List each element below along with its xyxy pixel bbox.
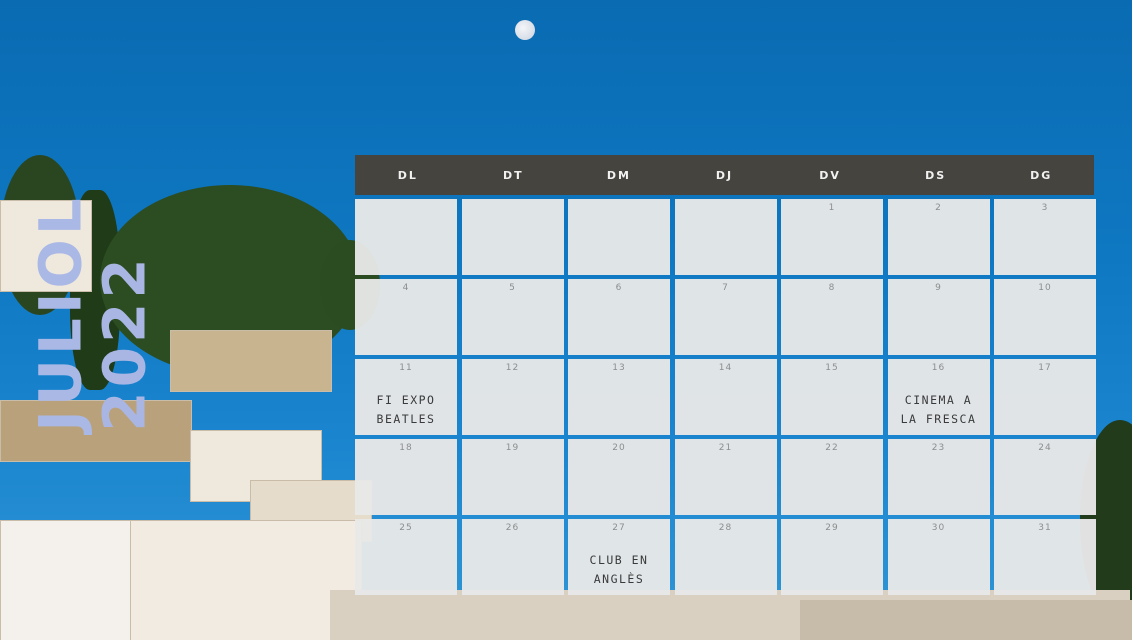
day-cell[interactable]: 28 [674, 519, 777, 595]
weekday-dv: DV [819, 168, 841, 182]
day-cell[interactable]: 1 [781, 199, 883, 275]
day-number: 2 [935, 203, 942, 213]
day-number: 21 [718, 443, 733, 453]
day-number: 6 [615, 283, 623, 293]
day-number: 15 [825, 363, 839, 373]
day-cell[interactable]: 4 [355, 279, 457, 355]
day-cell[interactable]: 24 [994, 439, 1096, 515]
day-number: 23 [931, 443, 946, 453]
day-number: 12 [505, 363, 520, 373]
day-cell[interactable]: 15 [781, 359, 883, 435]
day-cell[interactable]: 22 [781, 439, 883, 515]
day-cell[interactable]: 18 [355, 439, 457, 515]
day-number: 11 [399, 363, 413, 373]
day-cell[interactable]: 27 CLUB EN ANGLÈS [568, 519, 670, 595]
day-number: 10 [1038, 283, 1052, 293]
day-cell[interactable]: 19 [461, 439, 564, 515]
day-cell[interactable]: 25 [355, 519, 457, 595]
day-number: 1 [828, 203, 836, 213]
day-cell[interactable]: 10 [994, 279, 1096, 355]
day-number: 13 [612, 363, 626, 373]
day-number: 7 [722, 283, 729, 293]
weekday-dl: DL [397, 168, 418, 182]
day-cell[interactable]: 23 [887, 439, 990, 515]
calendar-grid: 1 2 3 4 5 6 7 8 9 10 11 FI EXPO BEATLES 12 13 14 15 16 CI… [355, 199, 1096, 595]
day-cell[interactable] [568, 199, 670, 275]
event-label: CINEMA A LA FRESCA [900, 393, 977, 426]
day-cell[interactable]: 12 [461, 359, 564, 435]
day-cell[interactable]: 17 [994, 359, 1096, 435]
house-shape [130, 520, 362, 640]
day-cell[interactable]: 8 [781, 279, 883, 355]
day-number: 8 [828, 283, 836, 293]
day-cell[interactable]: 9 [887, 279, 990, 355]
day-cell[interactable]: 20 [568, 439, 670, 515]
day-number: 25 [399, 523, 413, 533]
day-cell[interactable]: 30 [887, 519, 990, 595]
day-cell[interactable] [355, 199, 457, 275]
weekday-dg: DG [1030, 168, 1053, 182]
day-number: 3 [1041, 203, 1049, 213]
day-cell[interactable]: 31 [994, 519, 1096, 595]
day-number: 22 [825, 443, 839, 453]
day-number: 28 [718, 523, 733, 533]
day-number: 5 [509, 283, 516, 293]
weekday-dm: DM [606, 168, 631, 182]
event-label: CLUB EN ANGLÈS [589, 553, 649, 586]
day-number: 9 [935, 283, 942, 293]
day-number: 27 [612, 523, 626, 533]
day-cell[interactable]: 2 [887, 199, 990, 275]
day-number: 4 [402, 283, 410, 293]
day-cell[interactable]: 11 FI EXPO BEATLES [355, 359, 457, 435]
weekday-dt: DT [503, 168, 524, 182]
day-cell[interactable]: 14 [674, 359, 777, 435]
day-number: 16 [931, 363, 946, 373]
month-name: JULIOL [26, 193, 95, 432]
day-cell[interactable]: 7 [674, 279, 777, 355]
house-shape [0, 520, 142, 640]
day-number: 24 [1038, 443, 1052, 453]
event-label: FI EXPO BEATLES [376, 393, 436, 426]
year-label: 2022 [90, 253, 159, 432]
day-cell[interactable]: 13 [568, 359, 670, 435]
rooftops-shape [800, 600, 1132, 640]
day-number: 30 [931, 523, 946, 533]
weekday-ds: DS [925, 168, 947, 182]
day-cell[interactable]: 3 [994, 199, 1096, 275]
day-number: 14 [718, 363, 733, 373]
day-cell[interactable]: 29 [781, 519, 883, 595]
day-cell[interactable]: 26 [461, 519, 564, 595]
day-number: 29 [825, 523, 839, 533]
day-cell[interactable]: 6 [568, 279, 670, 355]
month-title-text: JULIOL 2022 [26, 193, 159, 432]
day-cell[interactable]: 21 [674, 439, 777, 515]
day-cell[interactable]: 5 [461, 279, 564, 355]
month-title: JULIOL 2022 [25, 170, 160, 455]
day-cell[interactable] [674, 199, 777, 275]
day-number: 18 [399, 443, 413, 453]
house-shape [170, 330, 332, 392]
weekday-dj: DJ [715, 168, 734, 182]
day-number: 20 [612, 443, 626, 453]
day-cell[interactable] [461, 199, 564, 275]
day-number: 17 [1038, 363, 1052, 373]
weekday-header: DL DT DM DJ DV DS DG [355, 155, 1094, 195]
day-number: 26 [505, 523, 520, 533]
day-number: 19 [505, 443, 520, 453]
day-cell[interactable]: 16 CINEMA A LA FRESCA [887, 359, 990, 435]
day-number: 31 [1038, 523, 1052, 533]
moon-icon [515, 20, 535, 40]
calendar: DL DT DM DJ DV DS DG 1 2 3 4 5 6 7 8 9 10 11 FI EXPO BEAT… [355, 155, 1096, 595]
